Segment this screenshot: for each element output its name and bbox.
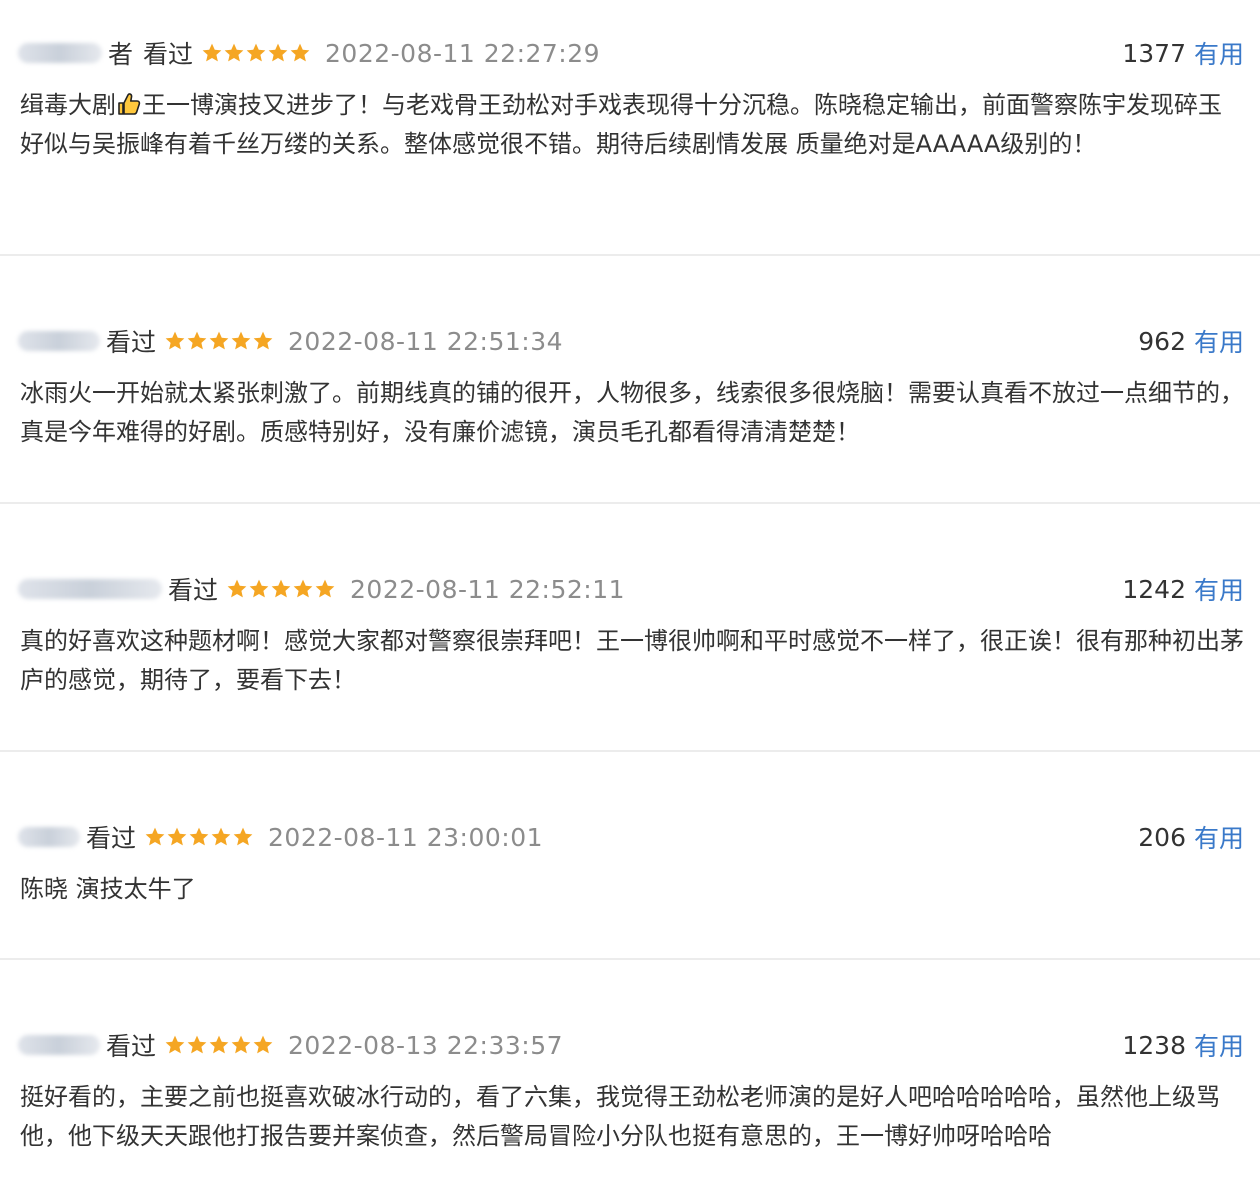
star-rating [226,578,336,600]
star-icon [201,42,223,64]
useful-button[interactable]: 有用 [1194,35,1244,71]
star-icon [208,330,230,352]
review-text-start: 缉毒大剧 [20,91,116,119]
review-item: 看过 2022-08-11 23:00:01 206 有用 陈晓 演技太牛了 [0,752,1260,958]
useful-count: 1377 [1122,38,1186,68]
star-icon [232,826,254,848]
star-icon [164,330,186,352]
star-icon [210,826,232,848]
review-item: 看过 2022-08-11 22:52:11 1242 有用 真的好喜欢这种题材… [0,504,1260,750]
useful-count: 1242 [1122,574,1186,604]
star-rating [164,1034,274,1056]
username-blurred[interactable] [18,579,162,599]
useful-count: 962 [1138,326,1186,356]
star-icon [188,826,210,848]
review-timestamp: 2022-08-11 23:00:01 [268,822,544,852]
review-text: 陈晓 演技太牛了 [20,875,196,903]
star-rating [201,42,311,64]
star-icon [226,578,248,600]
username-blurred[interactable] [18,827,80,847]
useful-button[interactable]: 有用 [1194,323,1244,359]
review-text: 挺好看的，主要之前也挺喜欢破冰行动的，看了六集，我觉得王劲松老师演的是好人吧哈哈… [20,1083,1220,1150]
useful-button[interactable]: 有用 [1194,1027,1244,1063]
review-item: 看过 2022-08-11 22:51:34 962 有用 冰雨火一开始就太紧张… [0,256,1260,502]
useful-count: 1238 [1122,1030,1186,1060]
star-icon [164,1034,186,1056]
useful-button[interactable]: 有用 [1194,819,1244,855]
review-timestamp: 2022-08-13 22:33:57 [288,1030,564,1060]
review-item: 者 看过 2022-08-11 22:27:29 1377 有用 缉毒大剧 王一博… [0,0,1260,254]
star-icon [186,330,208,352]
star-icon [267,42,289,64]
watched-label: 看过 [106,1032,157,1061]
star-icon [230,1034,252,1056]
watched-label: 看过 [86,824,137,853]
username-tail[interactable]: 者 [108,35,133,71]
star-icon [292,578,314,600]
star-icon [252,330,274,352]
star-icon [270,578,292,600]
star-icon [314,578,336,600]
review-timestamp: 2022-08-11 22:51:34 [288,326,564,356]
star-icon [166,826,188,848]
star-icon [252,1034,274,1056]
thumbs-up-icon [116,90,142,116]
star-icon [186,1034,208,1056]
review-text: 真的好喜欢这种题材啊！感觉大家都对警察很崇拜吧！王一博很帅啊和平时感觉不一样了，… [20,627,1244,694]
star-icon [248,578,270,600]
watched-label: 看过 [168,576,219,605]
review-meta: 看过 2022-08-11 22:52:11 1242 有用 [18,572,1244,606]
watched-label: 看过 [106,328,157,357]
star-icon [208,1034,230,1056]
star-icon [245,42,267,64]
review-text-rest: 王一博演技又进步了！与老戏骨王劲松对手戏表现得十分沉稳。陈晓稳定输出，前面警察陈… [20,91,1222,158]
username-blurred[interactable] [18,331,100,351]
review-item: 看过 2022-08-13 22:33:57 1238 有用 挺好看的，主要之前… [0,960,1260,1204]
review-meta: 者 看过 2022-08-11 22:27:29 1377 有用 [18,36,1244,70]
star-rating [144,826,254,848]
review-timestamp: 2022-08-11 22:27:29 [325,38,601,68]
star-icon [230,330,252,352]
star-icon [289,42,311,64]
review-text: 缉毒大剧 王一博演技又进步了！与老戏骨王劲松对手戏表现得十分沉稳。陈晓稳定输出，前… [20,86,1244,164]
watched-label: 看过 [143,40,194,69]
username-blurred[interactable] [18,43,102,63]
star-rating [164,330,274,352]
star-icon [223,42,245,64]
review-meta: 看过 2022-08-13 22:33:57 1238 有用 [18,1028,1244,1062]
review-timestamp: 2022-08-11 22:52:11 [350,574,626,604]
useful-count: 206 [1138,822,1186,852]
review-text: 冰雨火一开始就太紧张刺激了。前期线真的铺的很开，人物很多，线索很多很烧脑！需要认… [20,379,1244,446]
review-meta: 看过 2022-08-11 22:51:34 962 有用 [18,324,1244,358]
review-meta: 看过 2022-08-11 23:00:01 206 有用 [18,820,1244,854]
star-icon [144,826,166,848]
useful-button[interactable]: 有用 [1194,571,1244,607]
username-blurred[interactable] [18,1035,100,1055]
